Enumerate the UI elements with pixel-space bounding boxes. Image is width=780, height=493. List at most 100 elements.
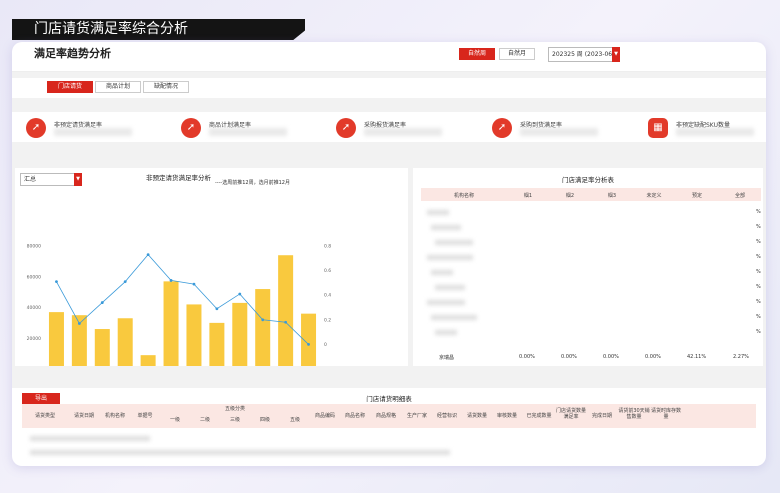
column-header: 请货类型 — [34, 413, 55, 419]
sub-column-header: 五级 — [289, 417, 300, 423]
banner-title: 门店请货满足率综合分析 — [34, 21, 188, 37]
table-cell: 0.00% — [519, 354, 535, 360]
y-left-tick-label: 80000 — [27, 244, 41, 250]
dashboard-panel: 满足率趋势分析 自然周 自然月 202325 周 (2023-06... ▼ 门… — [12, 42, 766, 466]
bar — [94, 329, 110, 366]
y-right-tick-label: 0.4 — [324, 293, 331, 299]
line-point — [146, 253, 150, 257]
blurred-cell — [435, 285, 465, 290]
bar — [232, 302, 248, 366]
natural-week-button[interactable]: 自然周 — [459, 48, 495, 60]
trend-up-icon: ➚ — [492, 118, 512, 138]
percent-cell: % — [756, 224, 761, 230]
blurred-cell — [435, 330, 457, 335]
period-select[interactable]: 202325 周 (2023-06... ▼ — [548, 47, 620, 62]
divider — [12, 370, 766, 388]
table-cell: 京瑞昌 — [439, 355, 455, 361]
column-header: 未定义 — [646, 193, 662, 199]
table-cell: 0.00% — [603, 354, 619, 360]
percent-cell: % — [756, 329, 761, 335]
trend-chart: 020000400006000080000-0.200.20.40.60.820… — [27, 244, 331, 366]
line-point — [123, 280, 127, 284]
natural-month-button[interactable]: 自然月 — [499, 48, 535, 60]
bar — [117, 318, 133, 366]
store-table-title: 门店满足率分析表 — [562, 176, 614, 184]
bar — [278, 255, 294, 366]
column-header: 请货日期 — [73, 413, 94, 419]
blurred-cell — [431, 315, 477, 320]
column-header: 完成日期 — [591, 413, 612, 419]
tab-shortage[interactable]: 缺配情况 — [143, 81, 189, 93]
line-point — [100, 301, 104, 304]
column-header: 审核数量 — [496, 413, 517, 419]
kpi-card[interactable]: ➚ 采购到货满足率 — [483, 114, 608, 140]
kpi-value-blurred — [54, 128, 132, 136]
trend-up-icon: ➚ — [181, 118, 201, 138]
blurred-cell — [427, 300, 465, 305]
y-right-tick-label: 0.6 — [324, 268, 331, 274]
column-header: 请货时库存数量 — [650, 408, 681, 420]
table-cell: 0.00% — [561, 354, 577, 360]
line-point — [169, 279, 173, 282]
bar — [163, 281, 179, 366]
line-point — [238, 292, 242, 296]
y-left-tick-label: 20000 — [27, 336, 41, 342]
kpi-value-blurred — [209, 128, 287, 136]
percent-cell: % — [756, 284, 761, 290]
tab-store-request[interactable]: 门店请货 — [47, 81, 93, 93]
chart-card: 汇总 ▼ 非预定请货满足率分析 ----选周前推12周，选月前推12月 0200… — [15, 168, 408, 366]
column-header: 门店请货数量满足率 — [556, 408, 587, 420]
y-right-tick-label: 0.8 — [324, 244, 331, 250]
line-point — [55, 280, 58, 284]
kpi-card[interactable]: ➚ 商品计划满足率 — [172, 114, 297, 140]
line-point — [261, 318, 265, 322]
table-row: 京瑞昌 0.00% 0.00% 0.00% 0.00% 42.11% 2.27% — [421, 354, 761, 363]
table-cell: 0.00% — [645, 354, 661, 360]
column-header: 单据号 — [137, 413, 153, 419]
blurred-cell — [431, 225, 461, 230]
divider — [12, 98, 766, 112]
blurred-cell — [431, 270, 453, 275]
period-select-value: 202325 周 (2023-06... — [552, 51, 618, 58]
column-header: 请货数量 — [466, 413, 487, 419]
store-table-card: 门店满足率分析表 机构名称 帼1 帼2 帼3 未定义 预定 全部 %%%%%%%… — [413, 168, 763, 366]
bar — [209, 322, 225, 366]
group-header: 五级分类 — [224, 406, 245, 412]
tab-product-plan[interactable]: 商品计划 — [95, 81, 141, 93]
blurred-cell — [435, 240, 473, 245]
kpi-card[interactable]: ➚ 采购报货满足率 — [327, 114, 452, 140]
kpi-value-blurred — [520, 128, 598, 136]
sub-column-header: 三级 — [229, 417, 240, 423]
kpi-value-blurred — [676, 128, 754, 136]
column-header: 全部 — [734, 193, 745, 199]
blurred-cell — [427, 210, 449, 215]
calendar-icon: ▦ — [648, 118, 668, 138]
column-header: 预定 — [691, 193, 702, 199]
column-header: 帼2 — [565, 193, 575, 199]
percent-cell: % — [756, 239, 761, 245]
table-row — [30, 450, 450, 455]
line-point — [192, 282, 196, 286]
column-header: 请货前30天销售数量 — [618, 408, 650, 420]
column-header: 帼3 — [607, 193, 617, 199]
column-header: 机构名称 — [104, 413, 125, 419]
bar — [255, 289, 271, 366]
percent-cell: % — [756, 209, 761, 215]
line-point — [215, 307, 219, 311]
divider — [12, 72, 766, 78]
kpi-card[interactable]: ➚ 非预定请货满足率 — [17, 114, 142, 140]
trend-up-icon: ➚ — [336, 118, 356, 138]
report-banner: 门店请货满足率综合分析 — [12, 19, 305, 40]
divider — [12, 142, 766, 162]
bar — [186, 304, 202, 366]
sub-column-header: 四级 — [259, 417, 270, 423]
column-header: 商品编码 — [314, 413, 335, 419]
percent-cell: % — [756, 314, 761, 320]
column-header: 经营标识 — [436, 413, 457, 419]
percent-cell: % — [756, 254, 761, 260]
line-point — [77, 322, 81, 325]
chevron-down-icon[interactable]: ▼ — [612, 47, 620, 62]
percent-cell: % — [756, 269, 761, 275]
blurred-cell — [427, 255, 473, 260]
kpi-card[interactable]: ▦ 非预定缺配SKU数量 — [639, 114, 764, 140]
